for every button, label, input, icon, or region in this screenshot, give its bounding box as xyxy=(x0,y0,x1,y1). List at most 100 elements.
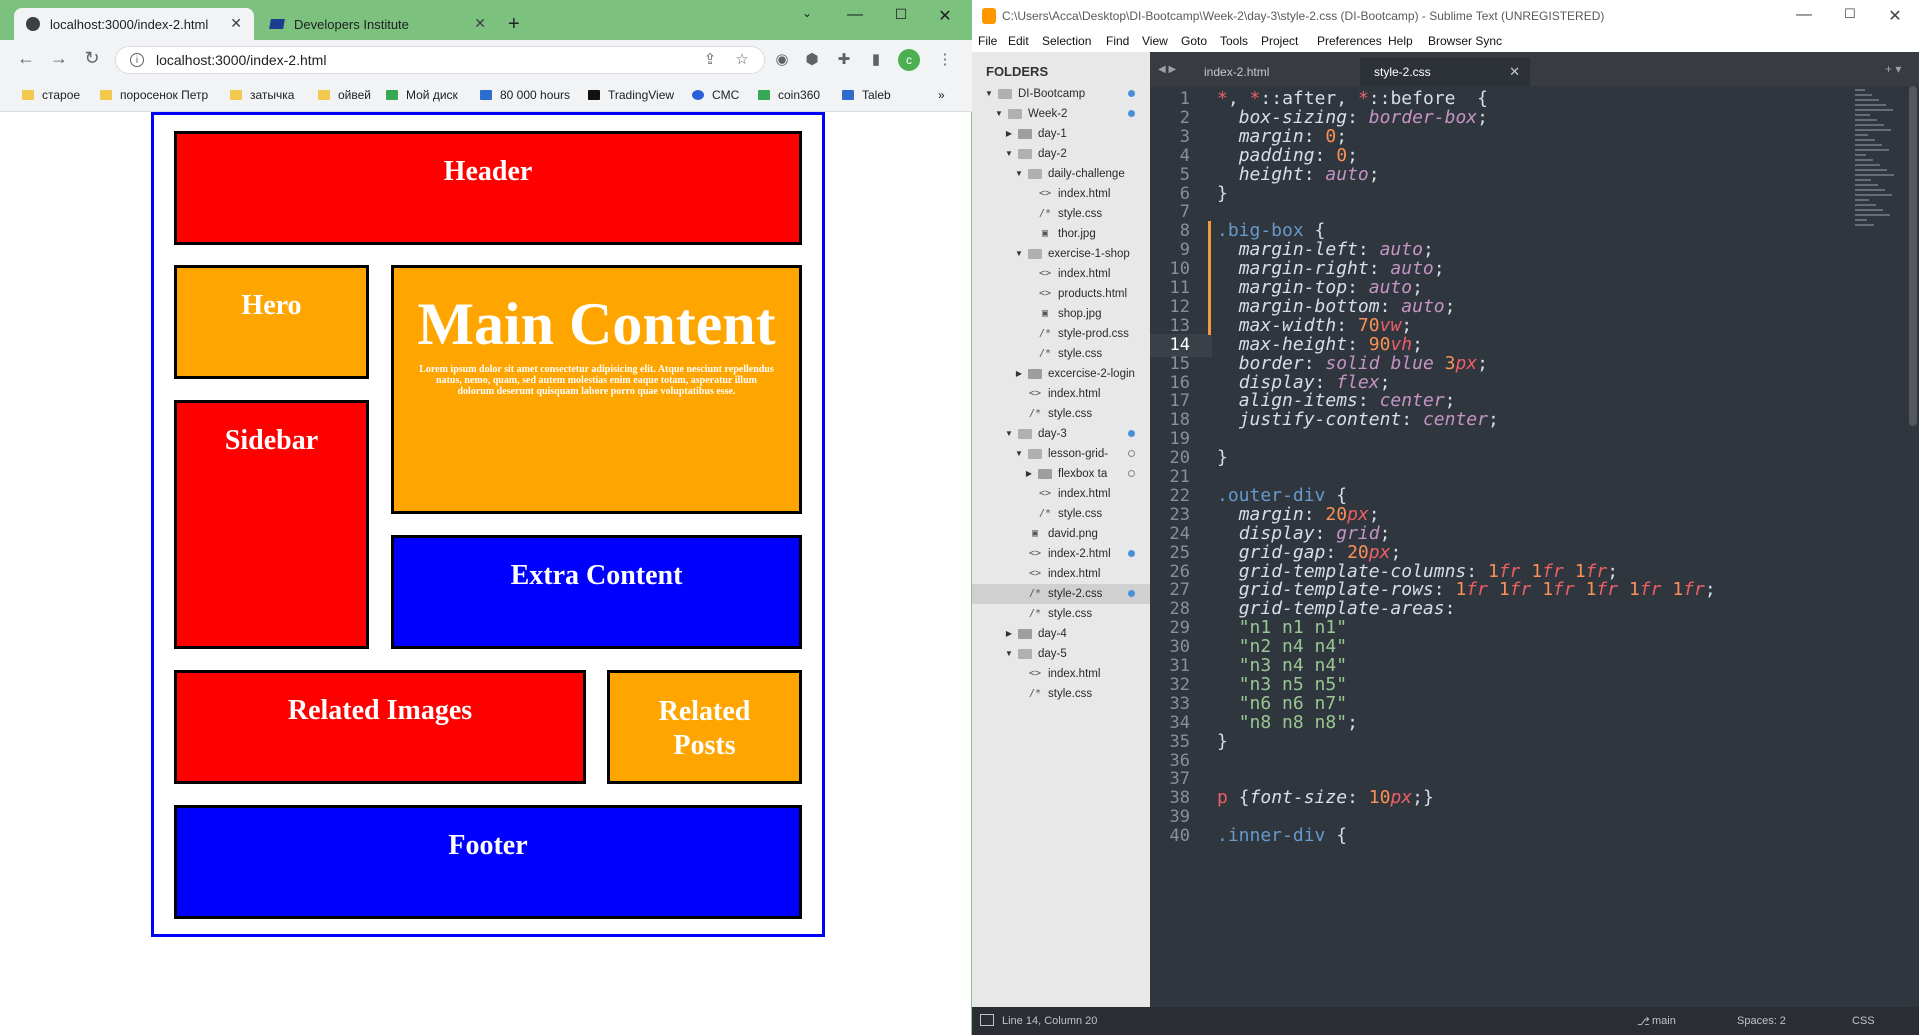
close-window-icon[interactable]: ✕ xyxy=(1883,6,1907,26)
vertical-scrollbar[interactable] xyxy=(1909,86,1917,426)
tree-folder[interactable]: ▶ day-1 xyxy=(972,124,1150,144)
tree-file[interactable]: /* style.css xyxy=(972,604,1150,624)
code-line[interactable]: margin-bottom: auto; xyxy=(1217,296,1456,317)
address-bar[interactable]: i localhost:3000/index-2.html xyxy=(115,46,765,74)
tree-folder[interactable]: ▶ flexbox ta xyxy=(972,464,1150,484)
code-line[interactable]: align-items: center; xyxy=(1217,390,1456,411)
tree-file[interactable]: ▣ shop.jpg xyxy=(972,304,1150,324)
code-line[interactable]: grid-template-columns: 1fr 1fr 1fr; xyxy=(1217,561,1618,582)
code-line[interactable]: height: auto; xyxy=(1217,164,1380,185)
tree-file[interactable]: <> index.html xyxy=(972,484,1150,504)
tree-file[interactable]: <> index.html xyxy=(972,184,1150,204)
site-info-icon[interactable]: i xyxy=(130,53,144,67)
code-line[interactable]: } xyxy=(1217,447,1228,468)
tree-file[interactable]: <> products.html xyxy=(972,284,1150,304)
tree-file[interactable]: /* style.css xyxy=(972,684,1150,704)
code-line[interactable]: margin-right: auto; xyxy=(1217,258,1445,279)
menu-preferences[interactable]: Preferences xyxy=(1317,34,1382,48)
tree-file[interactable]: <> index.html xyxy=(972,564,1150,584)
menu-view[interactable]: View xyxy=(1142,34,1168,48)
bookmark-star-icon[interactable]: ☆ xyxy=(732,50,752,68)
tree-folder[interactable]: ▼ exercise-1-shop xyxy=(972,244,1150,264)
menu-goto[interactable]: Goto xyxy=(1181,34,1207,48)
chevron-down-icon[interactable]: ▼ xyxy=(1014,444,1024,464)
code-line[interactable]: grid-template-areas: xyxy=(1217,598,1456,619)
side-panel-icon[interactable]: ▮ xyxy=(866,50,886,68)
tree-file[interactable]: /* style-2.css xyxy=(972,584,1150,604)
close-tab-icon[interactable]: ✕ xyxy=(1509,58,1520,86)
code-line[interactable]: *, *::after, *::before { xyxy=(1217,88,1488,109)
code-line[interactable]: margin-top: auto; xyxy=(1217,277,1423,298)
menu-file[interactable]: File xyxy=(978,34,997,48)
tree-file[interactable]: <> index.html xyxy=(972,264,1150,284)
chevron-down-icon[interactable]: ▼ xyxy=(1014,244,1024,264)
close-tab-icon[interactable]: ✕ xyxy=(474,15,486,32)
code-line[interactable]: padding: 0; xyxy=(1217,145,1358,166)
code-editor[interactable]: 1 2 3 4 5 6 7 8 9 10 11 12 13 14 15 16 17 18 19 20 21 22 23 24 2… xyxy=(1150,86,1919,1007)
code-line[interactable]: "n3 n4 n4" xyxy=(1217,655,1347,676)
tree-file[interactable]: /* style-prod.css xyxy=(972,324,1150,344)
chevron-down-icon[interactable]: ▼ xyxy=(994,104,1004,124)
browser-tab[interactable]: Developers Institute ✕ xyxy=(258,8,498,40)
translate-extension-icon[interactable]: ⬢ xyxy=(802,50,822,68)
code-line[interactable]: .inner-div { xyxy=(1217,825,1347,846)
code-line[interactable]: justify-content: center; xyxy=(1217,409,1499,430)
browser-tab-active[interactable]: localhost:3000/index-2.html ✕ xyxy=(14,8,254,40)
code-line[interactable]: display: flex; xyxy=(1217,372,1391,393)
tree-folder[interactable]: ▼ daily-challenge xyxy=(972,164,1150,184)
syntax-setting[interactable]: CSS xyxy=(1852,1015,1875,1027)
maximize-icon[interactable]: ☐ xyxy=(889,6,913,23)
tree-folder[interactable]: ▼ day-3 xyxy=(972,424,1150,444)
editor-tab-active[interactable]: style-2.css ✕ xyxy=(1360,58,1530,86)
editor-tab[interactable]: index-2.html xyxy=(1190,58,1360,86)
tree-folder[interactable]: ▶ excercise-2-login xyxy=(972,364,1150,384)
menu-tools[interactable]: Tools xyxy=(1220,34,1248,48)
menu-project[interactable]: Project xyxy=(1261,34,1298,48)
tree-file[interactable]: /* style.css xyxy=(972,204,1150,224)
profile-avatar[interactable]: c xyxy=(898,49,920,71)
tree-folder[interactable]: ▼ day-2 xyxy=(972,144,1150,164)
tree-file[interactable]: /* style.css xyxy=(972,344,1150,364)
menu-help[interactable]: Help xyxy=(1388,34,1413,48)
extension-icon[interactable]: ◉ xyxy=(772,50,792,68)
minimize-icon[interactable]: — xyxy=(1792,6,1816,24)
code-line[interactable]: max-width: 70vw; xyxy=(1217,315,1412,336)
code-line[interactable]: "n8 n8 n8"; xyxy=(1217,712,1358,733)
panel-toggle-icon[interactable] xyxy=(980,1014,994,1026)
code-line[interactable]: .big-box { xyxy=(1217,220,1325,241)
code-line[interactable]: max-height: 90vh; xyxy=(1217,334,1423,355)
tab-search-icon[interactable]: ⌄ xyxy=(795,6,819,20)
bookmark-link[interactable]: coin360 xyxy=(758,88,820,102)
maximize-icon[interactable]: ☐ xyxy=(1838,6,1862,22)
chevron-down-icon[interactable]: ▼ xyxy=(1014,164,1024,184)
chevron-right-icon[interactable]: ▶ xyxy=(1004,624,1014,644)
indentation-setting[interactable]: Spaces: 2 xyxy=(1737,1015,1786,1027)
tree-file[interactable]: <> index-2.html xyxy=(972,544,1150,564)
menu-browser-sync[interactable]: Browser Sync xyxy=(1428,34,1502,48)
tree-file[interactable]: <> index.html xyxy=(972,664,1150,684)
back-icon[interactable]: ← xyxy=(14,48,38,69)
chevron-down-icon[interactable]: ▼ xyxy=(1004,424,1014,444)
bookmark-link[interactable]: Taleb xyxy=(842,88,891,102)
bookmark-link[interactable]: CMC xyxy=(692,88,739,102)
tab-nav-arrows-icon[interactable]: ◀ ▶ xyxy=(1158,64,1176,75)
code-line[interactable]: grid-template-rows: 1fr 1fr 1fr 1fr 1fr … xyxy=(1217,579,1716,600)
tree-folder[interactable]: ▼ lesson-grid- xyxy=(972,444,1150,464)
tree-file[interactable]: ▣ thor.jpg xyxy=(972,224,1150,244)
chevron-right-icon[interactable]: ▶ xyxy=(1014,364,1024,384)
chevron-down-icon[interactable]: ▼ xyxy=(984,84,994,104)
tree-file[interactable]: <> index.html xyxy=(972,384,1150,404)
bookmark-folder[interactable]: ойвей xyxy=(318,88,371,102)
puzzle-icon[interactable]: ✚ xyxy=(834,50,854,68)
bookmark-link[interactable]: Мой диск xyxy=(386,88,458,102)
code-line[interactable]: p {font-size: 10px;} xyxy=(1217,787,1434,808)
code-line[interactable]: display: grid; xyxy=(1217,523,1391,544)
new-tab-menu-icon[interactable]: + ▾ xyxy=(1885,62,1901,76)
reload-icon[interactable]: ↻ xyxy=(80,48,104,69)
bookmark-folder[interactable]: затычка xyxy=(230,88,294,102)
menu-edit[interactable]: Edit xyxy=(1008,34,1029,48)
code-line[interactable]: } xyxy=(1217,183,1228,204)
code-line[interactable]: "n3 n5 n5" xyxy=(1217,674,1347,695)
forward-icon[interactable]: → xyxy=(47,48,71,69)
new-tab-button[interactable]: + xyxy=(502,8,532,40)
